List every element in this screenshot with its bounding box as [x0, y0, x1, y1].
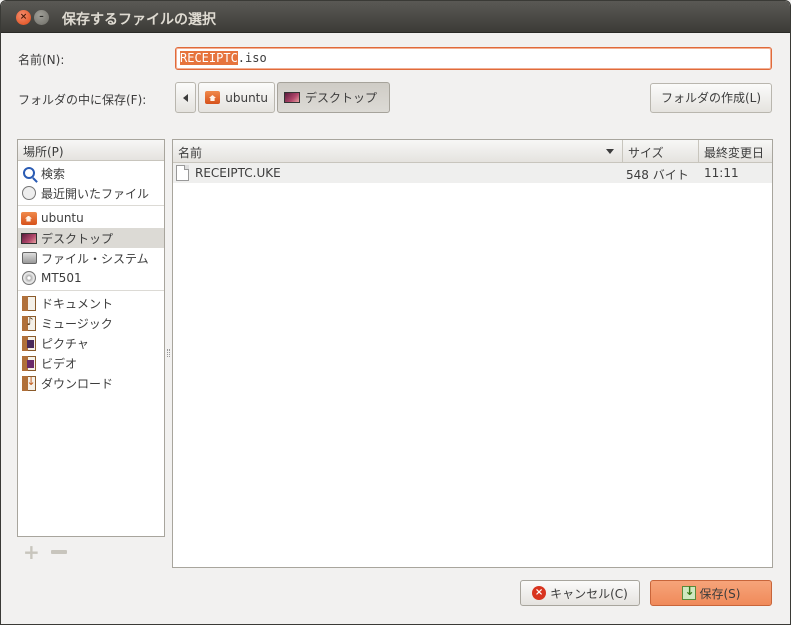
- place-label: ドキュメント: [41, 296, 114, 311]
- downloads-icon: [21, 375, 36, 391]
- cancel-button[interactable]: × キャンセル(C): [520, 580, 640, 606]
- file-save-dialog: × – 保存するファイルの選択 名前(N): RECEIPTC.iso フォルダ…: [0, 0, 791, 625]
- place-label: ビデオ: [41, 356, 78, 371]
- music-icon: [21, 315, 36, 331]
- path-button-home[interactable]: ubuntu: [198, 82, 275, 113]
- cancel-label: キャンセル(C): [550, 586, 628, 601]
- column-header-size[interactable]: サイズ: [623, 140, 699, 162]
- path-back-button[interactable]: [175, 82, 196, 113]
- place-label: MT501: [41, 271, 82, 285]
- place-item-ubuntu[interactable]: ubuntu: [18, 208, 164, 228]
- desktop-icon: [284, 92, 300, 103]
- place-label: デスクトップ: [41, 231, 114, 246]
- column-header-name[interactable]: 名前: [173, 140, 623, 162]
- path-button-desktop[interactable]: デスクトップ: [277, 82, 390, 113]
- place-item-filesystem[interactable]: ファイル・システム: [18, 248, 164, 268]
- pane-resize-handle[interactable]: [167, 349, 170, 357]
- file-list: 名前 サイズ 最終変更日 RECEIPTC.UKE 548 バイト 11:11: [172, 139, 773, 568]
- cancel-icon: ×: [532, 586, 547, 600]
- place-item-search[interactable]: 検索: [18, 163, 164, 183]
- file-name: RECEIPTC.UKE: [195, 166, 281, 180]
- file-modified: 11:11: [704, 166, 739, 180]
- create-folder-button[interactable]: フォルダの作成(L): [650, 83, 772, 113]
- drive-icon: [21, 252, 37, 264]
- file-list-header: 名前 サイズ 最終変更日: [173, 140, 772, 163]
- pictures-icon: [21, 335, 36, 351]
- close-window-button[interactable]: ×: [16, 10, 31, 25]
- places-header[interactable]: 場所(P): [18, 140, 164, 161]
- title-bar: × – 保存するファイルの選択: [1, 1, 790, 33]
- path-button-label: デスクトップ: [305, 91, 378, 105]
- save-in-folder-label: フォルダの中に保存(F):: [18, 93, 147, 107]
- separator: [18, 290, 164, 291]
- place-label: ピクチャ: [41, 336, 89, 351]
- recent-icon: [22, 186, 36, 200]
- place-item-desktop[interactable]: デスクトップ: [18, 228, 164, 248]
- places-sidebar: 場所(P) 検索 最近開いたファイル ubuntu デスクトップ ファイル・シス: [17, 139, 165, 537]
- separator: [18, 205, 164, 206]
- documents-icon: [21, 295, 36, 311]
- path-button-label: ubuntu: [225, 90, 268, 105]
- save-button[interactable]: 保存(S): [650, 580, 772, 606]
- filename-selected-text: RECEIPTC: [180, 51, 238, 65]
- place-label: ファイル・システム: [41, 251, 149, 266]
- filename-input[interactable]: RECEIPTC.iso: [175, 47, 772, 70]
- place-label: ミュージック: [41, 316, 113, 331]
- file-icon: [176, 165, 189, 181]
- add-place-button[interactable]: +: [23, 542, 40, 562]
- sort-descending-icon: [606, 149, 614, 154]
- videos-icon: [21, 355, 36, 371]
- place-label: ダウンロード: [41, 376, 114, 391]
- window-title: 保存するファイルの選択: [62, 12, 216, 28]
- name-label: 名前(N):: [18, 53, 65, 67]
- arrow-left-icon: [183, 93, 188, 102]
- desktop-icon: [21, 232, 37, 244]
- filename-extension-text: .iso: [237, 51, 267, 65]
- save-label: 保存(S): [699, 586, 741, 601]
- place-item-downloads[interactable]: ダウンロード: [18, 373, 164, 393]
- remove-place-button[interactable]: [51, 550, 67, 554]
- file-size: 548 バイト: [626, 168, 689, 182]
- save-icon: [681, 584, 696, 600]
- place-label: 検索: [41, 166, 66, 181]
- place-item-mt501[interactable]: MT501: [18, 268, 164, 288]
- place-item-videos[interactable]: ビデオ: [18, 353, 164, 373]
- minimize-window-button[interactable]: –: [34, 10, 49, 25]
- place-item-pictures[interactable]: ピクチャ: [18, 333, 164, 353]
- place-item-music[interactable]: ミュージック: [18, 313, 164, 333]
- home-folder-icon: [21, 211, 37, 225]
- place-label: 最近開いたファイル: [41, 186, 150, 201]
- place-item-recent[interactable]: 最近開いたファイル: [18, 183, 164, 203]
- column-header-modified[interactable]: 最終変更日: [699, 140, 772, 162]
- file-row[interactable]: RECEIPTC.UKE 548 バイト 11:11: [173, 163, 772, 183]
- cd-icon: [22, 271, 36, 285]
- column-label: 名前: [178, 146, 203, 160]
- place-label: ubuntu: [41, 211, 84, 225]
- place-item-documents[interactable]: ドキュメント: [18, 293, 164, 313]
- home-folder-icon: [205, 91, 221, 104]
- search-icon: [23, 167, 35, 179]
